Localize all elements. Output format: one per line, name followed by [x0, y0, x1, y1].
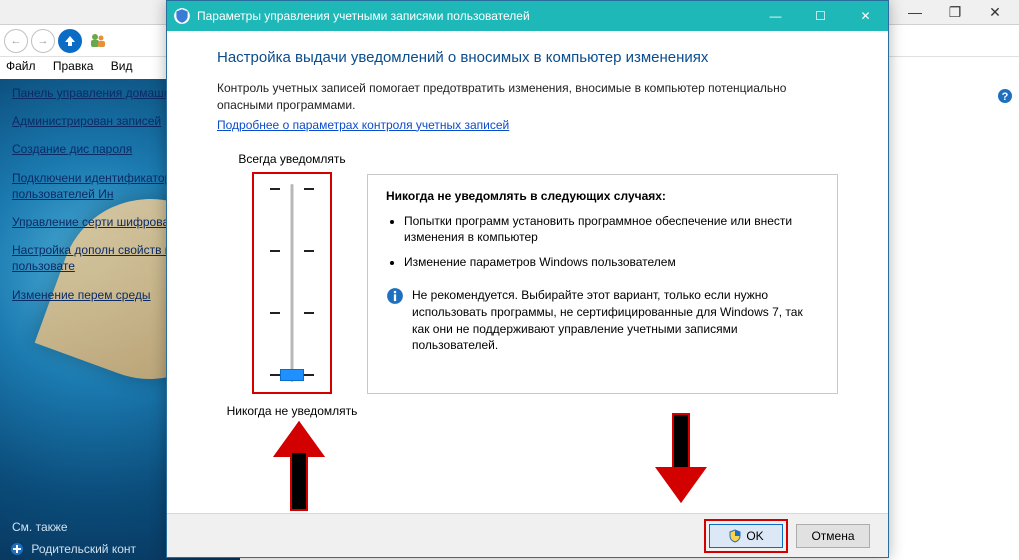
bg-minimize-button[interactable]: —	[895, 1, 935, 23]
nav-back-button[interactable]: ←	[4, 29, 28, 53]
slider-thumb[interactable]	[280, 369, 304, 381]
nav-forward-button[interactable]: →	[31, 29, 55, 53]
cancel-button[interactable]: Отмена	[796, 524, 870, 548]
svg-text:?: ?	[1002, 91, 1009, 103]
desc-bullet: Изменение параметров Windows пользовател…	[404, 254, 819, 271]
ok-label: OK	[746, 529, 763, 543]
dialog-minimize-button[interactable]: —	[753, 1, 798, 31]
bg-close-button[interactable]: ✕	[975, 1, 1015, 23]
menu-file[interactable]: Файл	[6, 59, 36, 73]
desc-bullet: Попытки программ установить программное …	[404, 213, 819, 247]
slider-bottom-label: Никогда не уведомлять	[217, 404, 367, 418]
help-icon[interactable]: ?	[997, 88, 1013, 104]
see-also-label: См. также	[12, 520, 68, 534]
desc-warning: Не рекомендуется. Выбирайте этот вариант…	[412, 287, 819, 354]
annotation-arrow-up	[279, 421, 319, 511]
dialog-heading: Настройка выдачи уведомлений о вносимых …	[217, 49, 838, 66]
dialog-footer: OK Отмена	[167, 513, 888, 557]
ok-button[interactable]: OK	[709, 524, 783, 548]
dialog-titlebar[interactable]: Параметры управления учетными записями п…	[167, 1, 888, 31]
bg-maximize-button[interactable]: ❐	[935, 1, 975, 23]
dialog-maximize-button[interactable]: ☐	[798, 1, 843, 31]
ok-highlight: OK	[704, 519, 788, 553]
uac-dialog: Параметры управления учетными записями п…	[166, 0, 889, 558]
uac-slider[interactable]	[252, 172, 332, 394]
user-icon	[89, 32, 107, 50]
parental-link[interactable]: Родительский конт	[10, 542, 136, 556]
dialog-intro: Контроль учетных записей помогает предот…	[217, 80, 797, 114]
menu-edit[interactable]: Правка	[53, 59, 94, 73]
info-icon	[386, 287, 404, 305]
level-description: Никогда не уведомлять в следующих случая…	[367, 174, 838, 394]
shield-icon	[728, 529, 742, 543]
nav-up-button[interactable]	[58, 29, 82, 53]
learn-more-link[interactable]: Подробнее о параметрах контроля учетных …	[217, 118, 509, 132]
desc-heading: Никогда не уведомлять в следующих случая…	[386, 189, 819, 203]
dialog-title: Параметры управления учетными записями п…	[197, 9, 753, 23]
menu-view[interactable]: Вид	[111, 59, 133, 73]
slider-top-label: Всегда уведомлять	[217, 152, 367, 166]
uac-shield-icon	[173, 7, 191, 25]
annotation-arrow-down	[661, 413, 701, 503]
dialog-close-button[interactable]: ✕	[843, 1, 888, 31]
